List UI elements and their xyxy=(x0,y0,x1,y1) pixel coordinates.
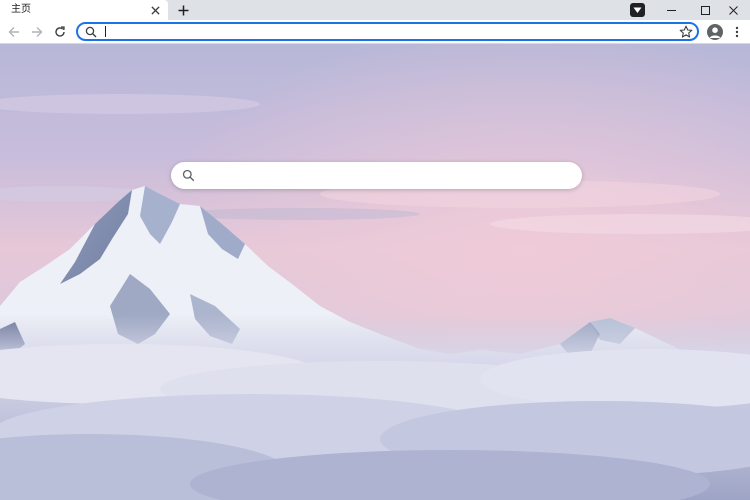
new-tab-button[interactable] xyxy=(175,3,191,18)
search-icon xyxy=(85,26,97,38)
kebab-menu-icon xyxy=(735,26,739,38)
ntp-search-input[interactable] xyxy=(203,166,563,185)
maximize-icon xyxy=(700,5,710,15)
close-icon xyxy=(728,5,738,15)
minimize-icon xyxy=(666,9,676,11)
star-icon[interactable] xyxy=(679,25,693,39)
ntp-search-box[interactable] xyxy=(171,162,582,189)
background-mountain-image xyxy=(0,44,750,500)
avatar-icon xyxy=(709,27,721,38)
browser-menu-button[interactable] xyxy=(732,24,742,40)
tab-search-button[interactable] xyxy=(630,3,645,17)
tab-title: 主页 xyxy=(11,4,31,15)
reload-icon xyxy=(55,26,65,37)
new-tab-page xyxy=(0,44,750,500)
back-button[interactable] xyxy=(6,24,22,40)
tab-strip: 主页 xyxy=(0,0,750,20)
reload-button[interactable] xyxy=(52,24,68,40)
address-bar[interactable] xyxy=(76,22,699,41)
arrow-right-icon xyxy=(32,27,43,37)
text-caret xyxy=(105,26,106,37)
forward-button[interactable] xyxy=(29,24,45,40)
chevron-down-icon xyxy=(633,7,642,13)
tab-close-button[interactable] xyxy=(148,3,162,17)
minimize-button[interactable] xyxy=(654,0,688,20)
profile-button[interactable] xyxy=(707,24,723,40)
close-icon xyxy=(150,5,160,15)
search-icon xyxy=(182,169,195,182)
plus-icon xyxy=(178,5,188,16)
arrow-left-icon xyxy=(8,27,19,37)
close-window-button[interactable] xyxy=(716,0,750,20)
address-input[interactable] xyxy=(104,24,664,39)
tab-home[interactable]: 主页 xyxy=(0,0,168,20)
browser-toolbar xyxy=(0,20,750,44)
